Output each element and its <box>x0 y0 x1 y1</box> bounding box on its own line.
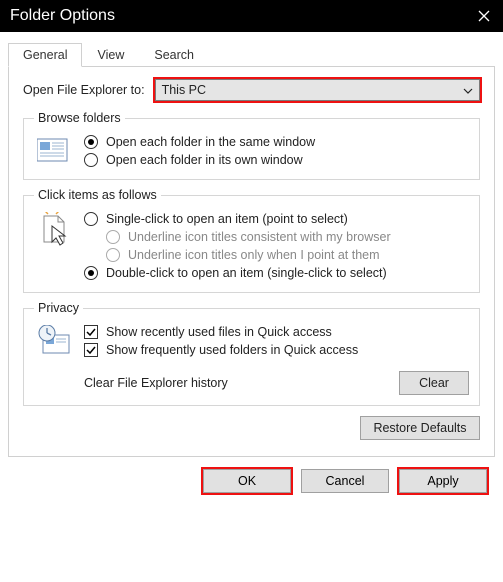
folder-window-icon <box>34 133 74 163</box>
fieldset-privacy: Privacy Show recently used files in <box>23 301 480 406</box>
radio-double-click-label: Double-click to open an item (single-cli… <box>106 266 387 280</box>
tab-search-label: Search <box>154 48 194 62</box>
tabstrip: General View Search <box>0 32 503 66</box>
titlebar: Folder Options <box>0 0 503 32</box>
checkbox-recent-files[interactable] <box>84 325 98 339</box>
radio-double-click[interactable] <box>84 266 98 280</box>
apply-button[interactable]: Apply <box>399 469 487 493</box>
footer-buttons: OK Cancel Apply <box>0 457 503 493</box>
checkbox-freq-folders-label: Show frequently used folders in Quick ac… <box>106 343 358 357</box>
fieldset-browse-folders: Browse folders Open each folder in the s… <box>23 111 480 180</box>
cancel-button[interactable]: Cancel <box>301 469 389 493</box>
radio-single-click[interactable] <box>84 212 98 226</box>
window-title: Folder Options <box>10 7 115 25</box>
tab-page-general: Open File Explorer to: This PC Browse fo… <box>8 66 495 457</box>
open-explorer-label: Open File Explorer to: <box>23 83 145 97</box>
ok-button[interactable]: OK <box>203 469 291 493</box>
clear-history-label: Clear File Explorer history <box>84 376 228 390</box>
history-clock-icon <box>34 323 74 355</box>
tab-view-label: View <box>97 48 124 62</box>
fieldset-click-items: Click items as follows Single-click to o… <box>23 188 480 293</box>
tab-general[interactable]: General <box>8 43 82 67</box>
radio-own-window-label: Open each folder in its own window <box>106 153 303 167</box>
radio-single-click-label: Single-click to open an item (point to s… <box>106 212 348 226</box>
checkbox-freq-folders[interactable] <box>84 343 98 357</box>
click-items-legend: Click items as follows <box>34 188 161 202</box>
radio-underline-point-label: Underline icon titles only when I point … <box>128 248 380 262</box>
tab-view[interactable]: View <box>82 43 139 67</box>
tab-search[interactable]: Search <box>139 43 209 67</box>
tab-general-label: General <box>23 48 67 62</box>
privacy-legend: Privacy <box>34 301 83 315</box>
open-explorer-value: This PC <box>162 83 206 97</box>
cursor-click-icon <box>34 210 74 248</box>
radio-same-window[interactable] <box>84 135 98 149</box>
radio-underline-point <box>106 248 120 262</box>
chevron-down-icon <box>463 83 473 97</box>
radio-underline-browser <box>106 230 120 244</box>
checkbox-recent-files-label: Show recently used files in Quick access <box>106 325 332 339</box>
radio-same-window-label: Open each folder in the same window <box>106 135 315 149</box>
radio-underline-browser-label: Underline icon titles consistent with my… <box>128 230 391 244</box>
radio-own-window[interactable] <box>84 153 98 167</box>
browse-folders-legend: Browse folders <box>34 111 125 125</box>
close-icon[interactable] <box>475 7 493 25</box>
restore-defaults-button[interactable]: Restore Defaults <box>360 416 480 440</box>
open-explorer-dropdown[interactable]: This PC <box>155 79 480 101</box>
clear-button[interactable]: Clear <box>399 371 469 395</box>
